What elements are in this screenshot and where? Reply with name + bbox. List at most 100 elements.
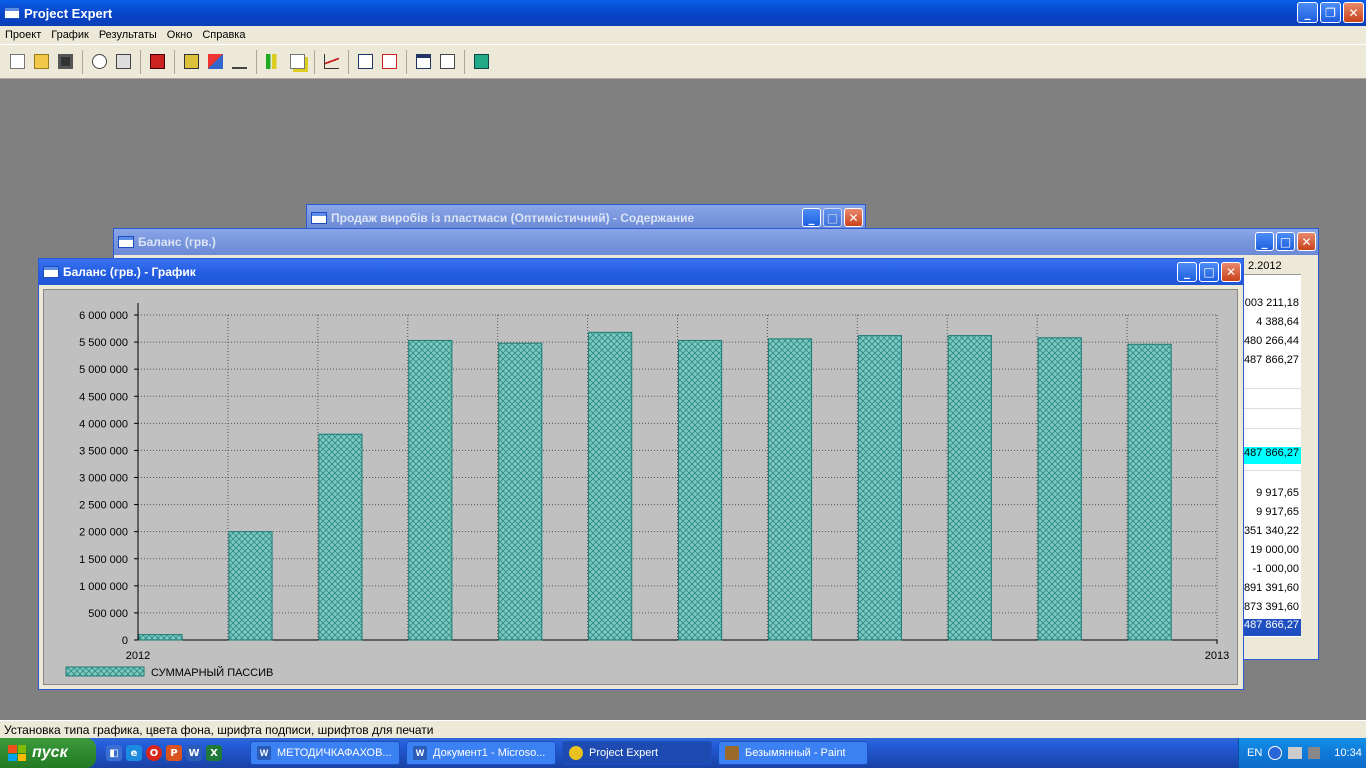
- word-icon[interactable]: W: [186, 745, 202, 761]
- desktop-icon[interactable]: ◧: [106, 745, 122, 761]
- chart-area: 0 500 000 1 000 000 1 500 000 2 000 000 2 500…: [43, 289, 1238, 685]
- system-tray: EN 10:34: [1238, 738, 1366, 768]
- maximize-button[interactable]: □: [1199, 262, 1219, 282]
- chart-bar: [857, 335, 902, 641]
- legend-label: СУММАРНЫЙ ПАССИВ: [151, 666, 273, 679]
- maximize-button[interactable]: □: [1276, 232, 1295, 251]
- menu-help[interactable]: Справка: [197, 29, 250, 41]
- y-tick-label: 4 000 000: [79, 418, 128, 430]
- open-folder-icon[interactable]: [30, 51, 52, 73]
- menu-chart[interactable]: График: [46, 29, 94, 41]
- start-label: пуск: [32, 744, 68, 761]
- window-icon[interactable]: [412, 51, 434, 73]
- save-icon[interactable]: [54, 51, 76, 73]
- legend-swatch: [65, 666, 145, 677]
- y-tick-label: 3 500 000: [79, 445, 128, 457]
- task-project-expert[interactable]: Project Expert: [562, 741, 712, 765]
- chart-window[interactable]: Баланс (грв.) - График _ □ ✕ 0 500 000 1 0…: [38, 258, 1244, 690]
- table-cell-selected[interactable]: 487 866,27: [1244, 619, 1301, 636]
- chart-window-title: Баланс (грв.) - График: [63, 265, 196, 279]
- list-icon[interactable]: [436, 51, 458, 73]
- exit-icon[interactable]: [146, 51, 168, 73]
- table-cell[interactable]: 891 391,60: [1244, 582, 1299, 594]
- close-button[interactable]: ✕: [1221, 262, 1241, 282]
- chart-bar: [318, 433, 363, 641]
- y-tick-label: 5 000 000: [79, 364, 128, 376]
- bar-chart-icon[interactable]: [262, 51, 284, 73]
- window-icon: [311, 212, 327, 224]
- table-cell-highlighted[interactable]: 487 866,27: [1244, 447, 1301, 464]
- print-icon[interactable]: [112, 51, 134, 73]
- minimize-button[interactable]: _: [1255, 232, 1274, 251]
- network-icon[interactable]: [1288, 747, 1303, 759]
- window-icon: [43, 266, 59, 278]
- line-chart-icon[interactable]: [320, 51, 342, 73]
- scales-icon[interactable]: [228, 51, 250, 73]
- minimize-button[interactable]: _: [802, 208, 821, 227]
- edit-report-icon[interactable]: [378, 51, 400, 73]
- menu-results[interactable]: Результаты: [94, 29, 162, 41]
- menu-project[interactable]: Проект: [0, 29, 46, 41]
- analysis-icon[interactable]: [354, 51, 376, 73]
- minimize-button[interactable]: _: [1177, 262, 1197, 282]
- book-icon[interactable]: [180, 51, 202, 73]
- chart-bar: [1037, 337, 1082, 641]
- task-word-methodichka[interactable]: W МЕТОДИЧКАФАХОВ...: [250, 741, 400, 765]
- y-tick-label: 0: [122, 635, 128, 647]
- chart-bar: [408, 339, 453, 641]
- table-cell[interactable]: 4 388,64: [1256, 316, 1299, 328]
- y-tick-label: 2 500 000: [79, 500, 128, 512]
- tray-arrow-icon[interactable]: [1268, 746, 1283, 760]
- restore-button[interactable]: ❐: [1320, 2, 1341, 23]
- cash-flow-icon[interactable]: [204, 51, 226, 73]
- opera-icon[interactable]: O: [146, 745, 162, 761]
- print-preview-icon[interactable]: [88, 51, 110, 73]
- new-icon[interactable]: [6, 51, 28, 73]
- minimize-button[interactable]: _: [1297, 2, 1318, 23]
- close-button[interactable]: ✕: [844, 208, 863, 227]
- y-tick-label: 4 500 000: [79, 391, 128, 403]
- excel-icon[interactable]: X: [206, 745, 222, 761]
- start-button[interactable]: пуск: [0, 738, 96, 768]
- task-word-document1[interactable]: W Документ1 - Microso...: [406, 741, 556, 765]
- language-indicator[interactable]: EN: [1247, 747, 1262, 759]
- x-tick-label: 2013: [1205, 650, 1229, 662]
- calculator-icon[interactable]: [470, 51, 492, 73]
- chart-bar: [678, 339, 723, 641]
- maximize-button[interactable]: □: [823, 208, 842, 227]
- powerpoint-icon[interactable]: P: [166, 745, 182, 761]
- menu-bar: Проект График Результаты Окно Справка: [0, 26, 1366, 44]
- close-button[interactable]: ✕: [1297, 232, 1316, 251]
- table-cell[interactable]: 9 917,65: [1256, 487, 1299, 499]
- chart-bar: [947, 335, 992, 641]
- table-cell[interactable]: 480 266,44: [1244, 335, 1299, 347]
- app-title: Project Expert: [24, 5, 113, 21]
- table-cell[interactable]: 19 000,00: [1250, 544, 1299, 556]
- y-tick-label: 500 000: [88, 608, 128, 620]
- status-bar: Установка типа графика, цвета фона, шриф…: [0, 720, 1366, 738]
- table-cell[interactable]: 351 340,22: [1244, 525, 1299, 537]
- word-icon: W: [257, 746, 271, 760]
- chart-bar: [767, 338, 813, 641]
- table-cell[interactable]: -1 000,00: [1253, 563, 1299, 575]
- y-tick-label: 5 500 000: [79, 337, 128, 349]
- table-cell[interactable]: 003 211,18: [1245, 297, 1299, 309]
- volume-icon[interactable]: [1308, 747, 1321, 759]
- column-header[interactable]: 2.2012: [1244, 257, 1301, 275]
- report-icon[interactable]: [286, 51, 308, 73]
- windows-logo-icon: [8, 745, 26, 761]
- chart-bar: [1127, 343, 1172, 641]
- table-cell[interactable]: 9 917,65: [1256, 506, 1299, 518]
- y-tick-label: 1 000 000: [79, 581, 128, 593]
- table-cell[interactable]: 873 391,60: [1244, 601, 1299, 613]
- table-cell[interactable]: 487 866,27: [1244, 354, 1299, 366]
- chart-bar: [138, 634, 183, 641]
- y-tick-label: 3 000 000: [79, 473, 128, 485]
- menu-window[interactable]: Окно: [162, 29, 198, 41]
- internet-explorer-icon[interactable]: e: [126, 745, 142, 761]
- paint-icon: [725, 746, 739, 760]
- app-title-bar: Project Expert _ ❐ ✕: [0, 0, 1366, 26]
- lightbulb-icon: [569, 746, 583, 760]
- close-button[interactable]: ✕: [1343, 2, 1364, 23]
- task-paint[interactable]: Безымянный - Paint: [718, 741, 868, 765]
